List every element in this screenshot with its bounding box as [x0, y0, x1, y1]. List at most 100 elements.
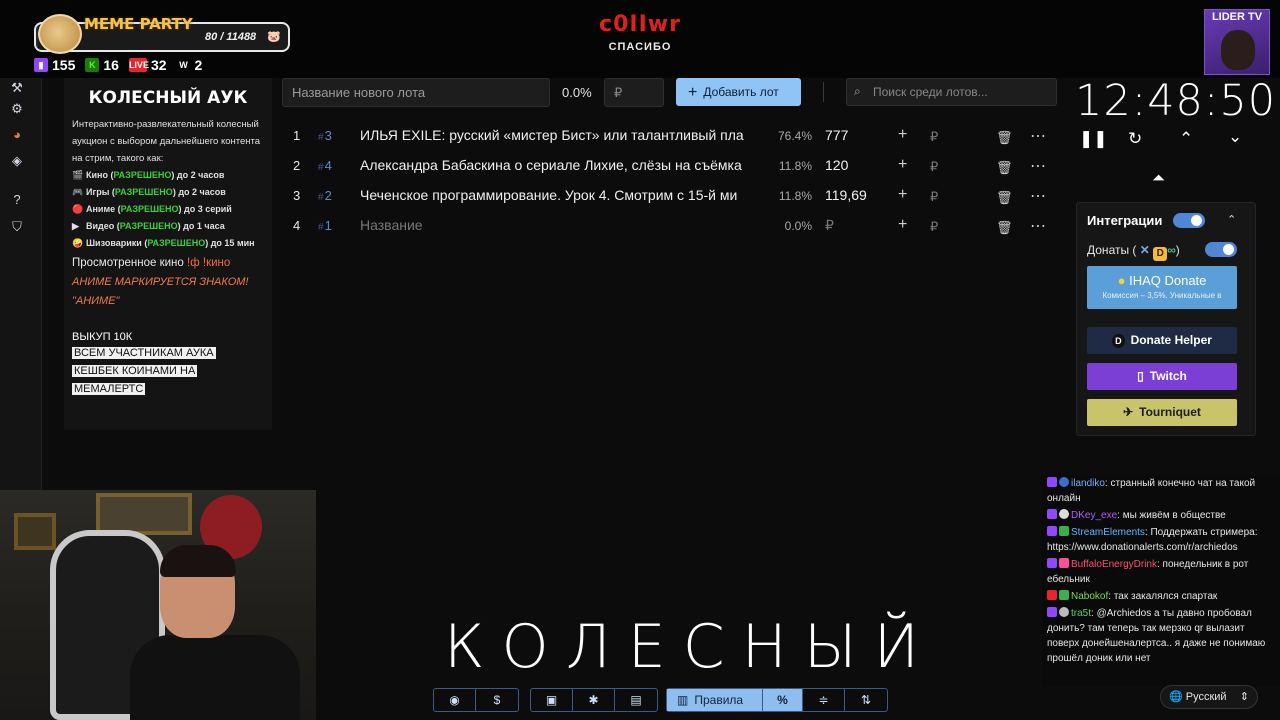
collapse-icon[interactable]: ⏶: [1152, 170, 1165, 188]
dollar-icon[interactable]: $: [476, 689, 518, 711]
integrations-toggle[interactable]: [1173, 213, 1205, 228]
rule-label: Видео: [86, 221, 115, 231]
sort-icon[interactable]: ⇅: [845, 689, 887, 711]
more-icon[interactable]: ⋯: [1030, 126, 1046, 146]
add-amount-icon[interactable]: +: [898, 156, 907, 174]
x-icon: ✕: [1139, 243, 1150, 257]
chevron-updown-icon: ⇕: [1239, 691, 1249, 703]
ruble-icon[interactable]: ₽: [930, 189, 938, 205]
ruble-icon[interactable]: ₽: [930, 219, 938, 235]
chevron-up-icon[interactable]: ⌃: [1227, 213, 1236, 226]
lot-name[interactable]: Александра Бабаскина о сериале Лихие, сл…: [360, 157, 758, 173]
kick-icon: K: [85, 58, 100, 72]
split-icon[interactable]: ≑: [803, 689, 845, 711]
trash-icon[interactable]: 🗑: [996, 190, 1013, 206]
layers-icon[interactable]: ◈: [9, 153, 25, 169]
add-amount-icon[interactable]: +: [898, 186, 907, 204]
add-amount-icon[interactable]: +: [898, 216, 907, 234]
wheel-title-overlay: КОЛЕСНЫЙ: [444, 612, 936, 682]
infinity-icon: ∞: [1167, 243, 1176, 257]
cashback-line: КЕШБЕК КОИНАМИ НА: [72, 365, 198, 377]
percent-toggle[interactable]: %: [763, 689, 803, 711]
mod-badge-icon: [1059, 590, 1069, 600]
lot-amount[interactable]: 777: [825, 127, 848, 143]
clear-icon[interactable]: ▤: [615, 689, 657, 711]
lot-amount[interactable]: 120: [825, 157, 848, 173]
last-donor-name: c0IIwr: [599, 12, 681, 37]
save-icon[interactable]: ▣: [531, 689, 573, 711]
pause-icon[interactable]: ❚❚: [1079, 129, 1108, 149]
lot-percent: 11.8%: [778, 159, 812, 173]
trash-icon[interactable]: 🗑: [996, 160, 1013, 176]
new-lot-amount-input[interactable]: ₽: [604, 78, 664, 107]
last-donor-thanks: СПАСИБО: [608, 41, 672, 53]
donats-toggle[interactable]: [1205, 242, 1237, 257]
language-select[interactable]: 🌐 Русский ⇕: [1160, 685, 1258, 709]
webcam-feed: [0, 490, 316, 720]
channel-tag: LIDER TV: [1211, 11, 1263, 23]
trash-icon[interactable]: 🗑: [996, 130, 1013, 146]
chevron-down-icon[interactable]: ⌄: [1228, 127, 1242, 147]
bottom-tools-group: ▣ ✱ ▤: [530, 688, 658, 712]
globe-icon: 🌐: [1169, 691, 1183, 703]
rule-limit: до 1 часа: [183, 221, 225, 231]
pie-chart-icon[interactable]: ◕: [9, 127, 25, 143]
shield-icon[interactable]: ⛉: [9, 219, 25, 235]
ihaq-subtitle: Комиссия – 3,5%. Уникальные в: [1102, 291, 1222, 300]
lot-name[interactable]: ИЛЬЯ EXILE: русский «мистер Бист» или та…: [360, 127, 758, 143]
user-badge-icon: [1059, 509, 1069, 519]
ruble-icon[interactable]: ₽: [930, 129, 938, 145]
github-icon[interactable]: ◉: [434, 689, 476, 711]
plus-icon: +: [688, 84, 698, 101]
rule-limit: до 2 часов: [178, 187, 226, 197]
buyout-label: ВЫКУП 10К: [72, 331, 133, 343]
lot-name[interactable]: Название: [360, 217, 758, 233]
more-icon[interactable]: ⋯: [1030, 186, 1046, 206]
lot-id: #4: [318, 158, 332, 173]
lot-amount[interactable]: 119,69: [825, 187, 867, 203]
rule-status: РАЗРЕШЕНО: [119, 221, 178, 231]
hammer-icon[interactable]: ⚒: [9, 80, 25, 96]
chevron-up-icon[interactable]: ⌃: [1179, 129, 1193, 149]
wall-painting: [96, 493, 192, 535]
add-amount-icon[interactable]: +: [898, 126, 907, 144]
lot-number: 2: [293, 158, 301, 173]
trash-icon[interactable]: 🗑: [996, 220, 1013, 236]
rule-label: Аниме: [86, 204, 116, 214]
lot-id: #1: [318, 218, 332, 233]
donatepay-icon: D: [1153, 247, 1168, 261]
more-icon[interactable]: ⋯: [1030, 156, 1046, 176]
streamer-hair: [160, 545, 236, 577]
rules-button[interactable]: ▥ Правила: [667, 689, 763, 711]
new-lot-name-input[interactable]: Название нового лота: [282, 78, 550, 107]
ihaq-donate-button[interactable]: ● IHAQ Donate Комиссия – 3,5%. Уникальны…: [1087, 266, 1237, 309]
twitch-button[interactable]: ▯ Twitch: [1087, 363, 1237, 390]
streamer-body: [130, 635, 300, 720]
donate-helper-button[interactable]: D Donate Helper: [1087, 327, 1237, 354]
integrations-panel: Интеграции ⌃ Донаты ( ✕ D ∞) ● IHAQ Donat…: [1076, 202, 1256, 436]
integrations-title: Интеграции: [1087, 213, 1163, 228]
more-icon[interactable]: ⋯: [1030, 216, 1046, 236]
rule-status: РАЗРЕШЕНО: [113, 170, 172, 180]
lot-percent: 76.4%: [777, 129, 812, 143]
rule-item: 🎮 Игры (РАЗРЕШЕНО) до 2 часов: [72, 184, 264, 201]
lot-search-input[interactable]: Поиск среди лотов...: [846, 78, 1057, 106]
bug-icon[interactable]: ✱: [573, 689, 615, 711]
bottom-view-group: ▥ Правила % ≑ ⇅: [666, 688, 888, 712]
tourniquet-button[interactable]: ✈ Tourniquet: [1087, 399, 1237, 426]
twitch-icon: ▯: [1137, 369, 1144, 383]
rule-label: Кино: [86, 170, 108, 180]
stat-twitch: ▮ 155: [34, 57, 75, 73]
lot-number: 3: [293, 188, 301, 203]
lot-name[interactable]: Чеченское программирование. Урок 4. Смот…: [360, 187, 758, 203]
ruble-icon[interactable]: ₽: [930, 159, 938, 175]
stat-vk-live: LIVE 32: [128, 57, 167, 73]
add-lot-button[interactable]: + Добавить лот: [676, 78, 801, 106]
gear-icon[interactable]: ⚙: [9, 101, 25, 117]
lot-id-value: 4: [324, 158, 332, 173]
video-icon: ▶: [72, 221, 79, 231]
help-icon[interactable]: ?: [9, 192, 25, 208]
viewer-stats: ▮ 155 K 16 LIVE 32 W2: [34, 57, 202, 73]
reset-icon[interactable]: ↻: [1128, 129, 1142, 149]
lot-amount[interactable]: ₽: [825, 217, 834, 234]
